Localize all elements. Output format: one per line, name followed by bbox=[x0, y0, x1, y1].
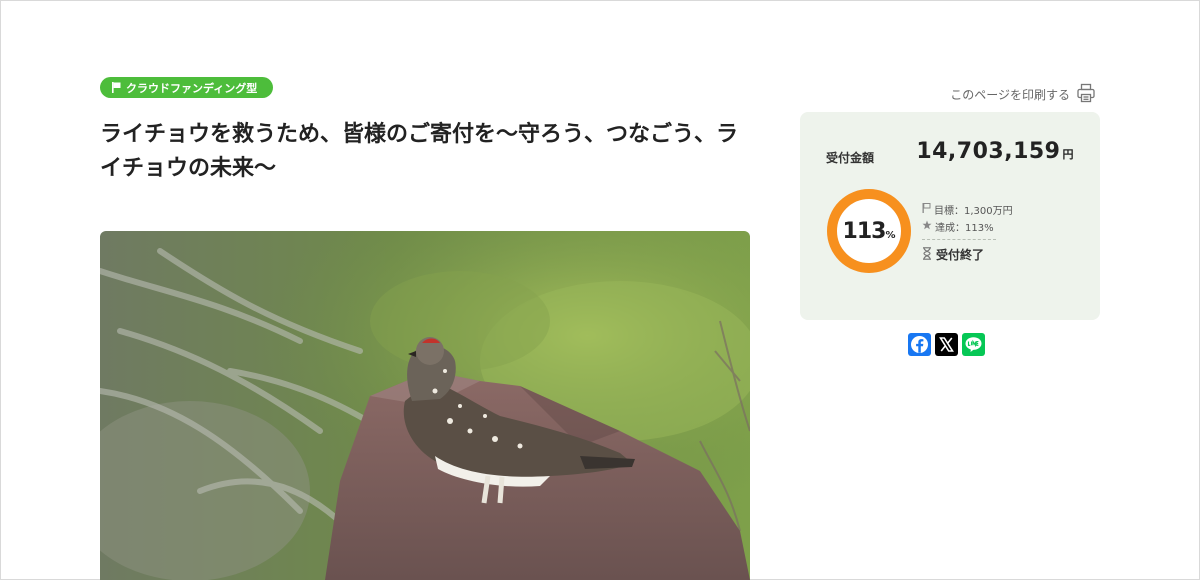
progress-unit: % bbox=[885, 229, 896, 241]
amount-number: 14,703,159 bbox=[916, 139, 1061, 164]
funding-stats: 目標：1,300万円 達成：113% 受付終了 bbox=[922, 201, 1013, 263]
x-share-button[interactable] bbox=[935, 333, 958, 356]
line-share-button[interactable] bbox=[962, 333, 985, 356]
printer-icon bbox=[1076, 83, 1096, 106]
goal-flag-icon bbox=[922, 203, 931, 216]
status-text: 受付終了 bbox=[936, 248, 985, 262]
funding-panel: 受付金額 14,703,159 円 113% 目標：1,300万円 達成：113%… bbox=[800, 112, 1100, 320]
print-link-label: このページを印刷する bbox=[950, 88, 1070, 102]
page-title: ライチョウを救うため、皆様のご寄付を～守ろう、つなごう、ライチョウの未来～ bbox=[100, 122, 739, 181]
hero-image bbox=[100, 231, 750, 580]
x-icon bbox=[935, 333, 958, 356]
amount-label: 受付金額 bbox=[826, 151, 875, 165]
status-row: 受付終了 bbox=[922, 246, 996, 263]
hourglass-icon bbox=[922, 246, 932, 263]
achieved-text: 達成：113% bbox=[935, 223, 994, 234]
facebook-share-button[interactable] bbox=[908, 333, 931, 356]
goal-row: 目標：1,300万円 bbox=[922, 201, 1013, 218]
line-icon bbox=[962, 333, 985, 356]
achieved-row: 達成：113% bbox=[922, 218, 996, 235]
progress-number: 113 bbox=[842, 218, 887, 244]
crowdfunding-type-badge: クラウドファンディング型 bbox=[100, 77, 274, 98]
star-icon bbox=[922, 220, 932, 233]
amount-unit: 円 bbox=[1062, 148, 1074, 161]
share-buttons bbox=[908, 333, 985, 356]
badge-label: クラウドファンディング型 bbox=[126, 81, 258, 95]
print-page-link[interactable]: このページを印刷する bbox=[950, 83, 1096, 106]
progress-percent: 113% bbox=[826, 188, 912, 274]
stats-divider bbox=[922, 239, 996, 240]
facebook-icon bbox=[908, 333, 931, 356]
flag-icon bbox=[112, 82, 121, 93]
amount-value: 14,703,159 円 bbox=[916, 139, 1074, 164]
goal-text: 目標：1,300万円 bbox=[934, 206, 1013, 217]
